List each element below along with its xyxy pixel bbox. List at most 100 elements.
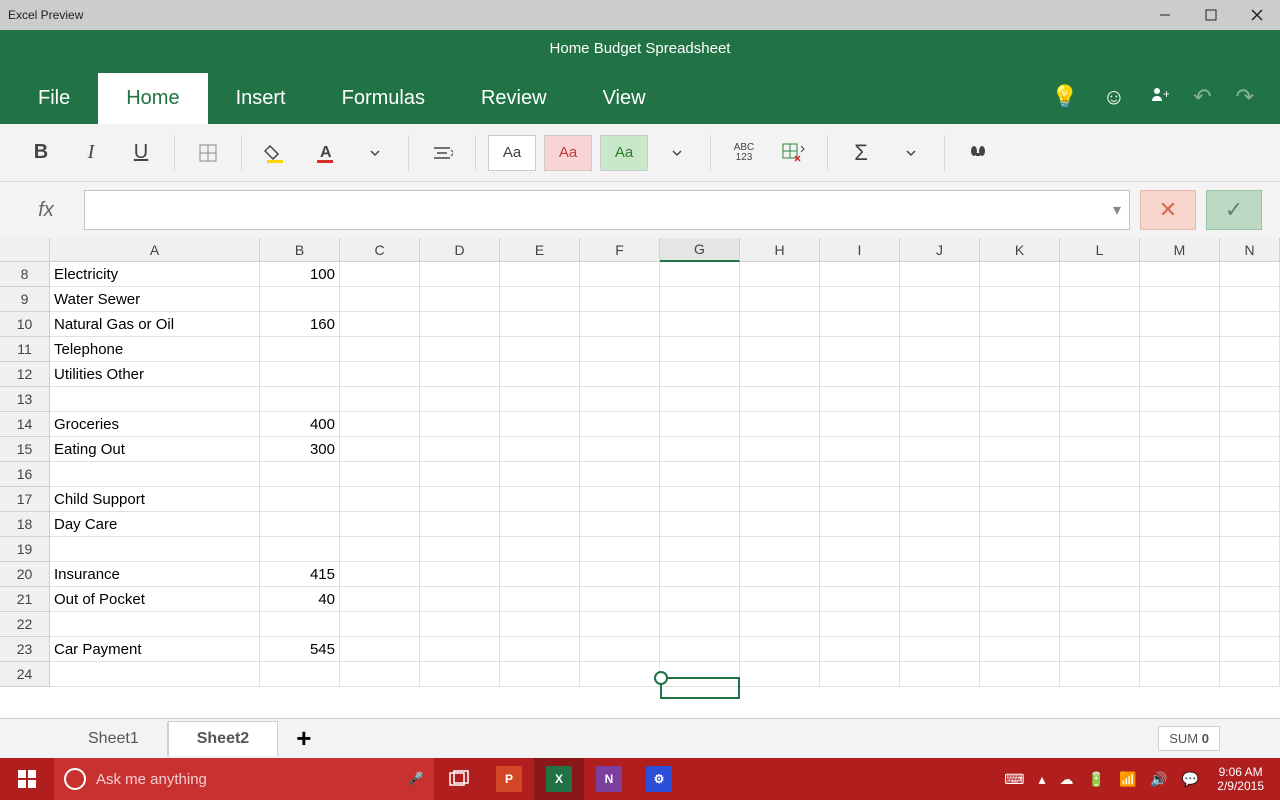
undo-icon[interactable]: ↶	[1193, 84, 1211, 110]
cell[interactable]	[420, 262, 500, 287]
cell[interactable]	[820, 312, 900, 337]
cell[interactable]	[500, 387, 580, 412]
row-header[interactable]: 13	[0, 387, 50, 412]
cell[interactable]: Electricity	[50, 262, 260, 287]
row-header[interactable]: 24	[0, 662, 50, 687]
row-header[interactable]: 10	[0, 312, 50, 337]
column-header[interactable]: C	[340, 238, 420, 262]
cell[interactable]	[660, 637, 740, 662]
fill-color-button[interactable]	[254, 135, 296, 171]
cell[interactable]	[1220, 387, 1280, 412]
cell[interactable]	[900, 562, 980, 587]
cell[interactable]	[1140, 562, 1220, 587]
cell[interactable]	[500, 537, 580, 562]
row-header[interactable]: 15	[0, 437, 50, 462]
cell[interactable]	[580, 537, 660, 562]
cell[interactable]	[1140, 262, 1220, 287]
cell[interactable]	[660, 662, 740, 687]
cell[interactable]	[820, 637, 900, 662]
cell[interactable]	[260, 662, 340, 687]
cell[interactable]	[900, 312, 980, 337]
cell[interactable]	[740, 562, 820, 587]
row-header[interactable]: 11	[0, 337, 50, 362]
cell[interactable]	[980, 487, 1060, 512]
cell[interactable]	[50, 387, 260, 412]
cell[interactable]: 415	[260, 562, 340, 587]
cell[interactable]	[820, 337, 900, 362]
cell[interactable]	[900, 637, 980, 662]
cell[interactable]	[740, 487, 820, 512]
font-color-button[interactable]: A	[304, 135, 346, 171]
column-header[interactable]: L	[1060, 238, 1140, 262]
cell[interactable]	[900, 512, 980, 537]
cell[interactable]	[820, 362, 900, 387]
cell[interactable]	[1140, 312, 1220, 337]
row-header[interactable]: 16	[0, 462, 50, 487]
onedrive-icon[interactable]: ☁	[1060, 771, 1074, 788]
column-header[interactable]: A	[50, 238, 260, 262]
cell[interactable]	[340, 387, 420, 412]
cell[interactable]	[340, 462, 420, 487]
cell[interactable]	[980, 437, 1060, 462]
cell[interactable]	[1220, 262, 1280, 287]
sheet-tab-2[interactable]: Sheet2	[168, 721, 278, 756]
cell[interactable]	[900, 437, 980, 462]
cell[interactable]	[820, 587, 900, 612]
cell[interactable]	[980, 337, 1060, 362]
cell[interactable]	[820, 412, 900, 437]
cell[interactable]	[1220, 587, 1280, 612]
cell[interactable]	[900, 662, 980, 687]
column-header[interactable]: K	[980, 238, 1060, 262]
cell[interactable]	[1220, 512, 1280, 537]
cell[interactable]	[340, 312, 420, 337]
cell[interactable]	[740, 637, 820, 662]
cell[interactable]	[660, 287, 740, 312]
cell[interactable]: Eating Out	[50, 437, 260, 462]
column-header[interactable]: H	[740, 238, 820, 262]
cell[interactable]	[660, 512, 740, 537]
tab-insert[interactable]: Insert	[208, 73, 314, 124]
cell[interactable]	[500, 312, 580, 337]
cell[interactable]	[1060, 412, 1140, 437]
cell[interactable]	[580, 612, 660, 637]
bold-button[interactable]: B	[20, 135, 62, 171]
cell[interactable]	[1060, 287, 1140, 312]
cell[interactable]	[260, 612, 340, 637]
column-header[interactable]: J	[900, 238, 980, 262]
cell[interactable]	[980, 462, 1060, 487]
underline-button[interactable]: U	[120, 135, 162, 171]
cell[interactable]: 300	[260, 437, 340, 462]
cell[interactable]	[660, 387, 740, 412]
cell[interactable]	[580, 312, 660, 337]
cell[interactable]	[340, 662, 420, 687]
cell[interactable]	[500, 362, 580, 387]
cell[interactable]	[820, 537, 900, 562]
cell[interactable]	[900, 612, 980, 637]
cell[interactable]	[980, 312, 1060, 337]
row-header[interactable]: 21	[0, 587, 50, 612]
autosum-button[interactable]: Σ	[840, 135, 882, 171]
cell[interactable]	[340, 562, 420, 587]
row-header[interactable]: 19	[0, 537, 50, 562]
cell[interactable]	[580, 412, 660, 437]
cell[interactable]	[900, 362, 980, 387]
cell[interactable]	[1140, 462, 1220, 487]
cell[interactable]	[1060, 512, 1140, 537]
cell[interactable]	[340, 637, 420, 662]
cell[interactable]	[1220, 462, 1280, 487]
cell[interactable]	[980, 612, 1060, 637]
cell[interactable]	[1220, 637, 1280, 662]
cell[interactable]	[740, 387, 820, 412]
cell[interactable]	[580, 262, 660, 287]
cell[interactable]	[420, 487, 500, 512]
cell[interactable]	[1060, 262, 1140, 287]
cell[interactable]	[50, 662, 260, 687]
cell[interactable]	[340, 437, 420, 462]
formula-input[interactable]: ▾	[84, 190, 1130, 230]
row-header[interactable]: 23	[0, 637, 50, 662]
cell[interactable]	[660, 612, 740, 637]
cell[interactable]	[420, 287, 500, 312]
cell[interactable]	[900, 412, 980, 437]
cell[interactable]: Car Payment	[50, 637, 260, 662]
italic-button[interactable]: I	[70, 135, 112, 171]
